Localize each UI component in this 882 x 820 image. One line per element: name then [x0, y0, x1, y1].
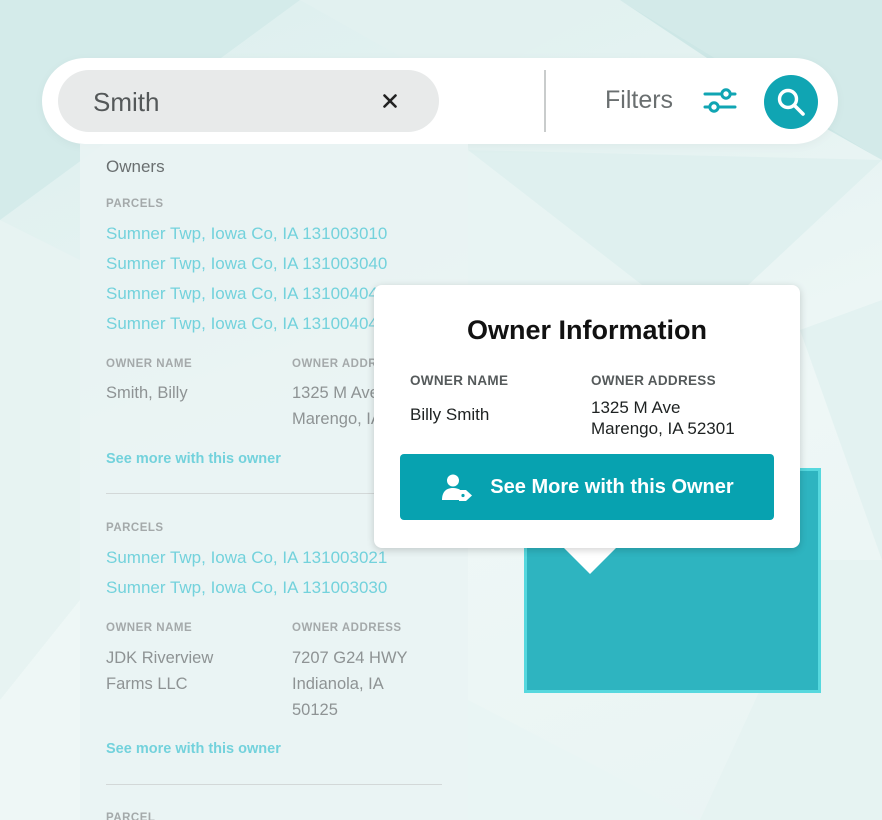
owner-name-label: OWNER NAME: [106, 622, 193, 634]
parcel-link[interactable]: Sumner Twp, Iowa Co, IA 131003010: [106, 224, 387, 244]
magnifier-icon: [777, 88, 805, 116]
search-field: [58, 70, 439, 134]
see-more-owner-link[interactable]: See more with this owner: [106, 451, 281, 467]
popup-title: Owner Information: [466, 315, 707, 345]
filters-button-label[interactable]: Filters: [605, 86, 673, 115]
parcel-link[interactable]: Sumner Twp, Iowa Co, IA 131003021: [106, 548, 387, 568]
clear-search-button[interactable]: [376, 87, 404, 115]
parcels-label: PARCELS: [106, 198, 164, 210]
search-input[interactable]: [91, 70, 375, 134]
popup-owner-address-line: 1325 M Ave: [591, 398, 681, 417]
owner-address-label: OWNER ADDRESS: [292, 622, 402, 634]
owner-name-label: OWNER NAME: [106, 358, 193, 370]
user-tag-icon: [442, 474, 473, 501]
popup-owner-name-label: OWNER NAME: [410, 373, 509, 388]
see-more-owner-button-label: See More with this Owner: [490, 475, 734, 498]
popup-owner-address-label: OWNER ADDRESS: [591, 373, 716, 388]
owner-address-line: Indianola, IA: [292, 675, 384, 693]
owner-address-line: 1325 M Ave: [292, 384, 379, 402]
search-bar: Filters: [42, 58, 838, 144]
close-icon: [383, 94, 397, 108]
sliders-icon[interactable]: [703, 87, 737, 115]
owner-info-popup: Owner Information OWNER NAME OWNER ADDRE…: [374, 285, 800, 548]
parcel-link[interactable]: Sumner Twp, Iowa Co, IA 131004040: [106, 284, 387, 304]
search-button[interactable]: [764, 75, 818, 129]
popup-owner-name: Billy Smith: [410, 405, 490, 424]
parcel-link[interactable]: Sumner Twp, Iowa Co, IA 131003030: [106, 578, 387, 598]
see-more-owner-button[interactable]: See More with this Owner: [400, 454, 774, 520]
parcel-link[interactable]: Sumner Twp, Iowa Co, IA 131004041: [106, 314, 387, 334]
parcel-link[interactable]: Sumner Twp, Iowa Co, IA 131003040: [106, 254, 387, 274]
parcels-label: PARCEL: [106, 812, 156, 820]
group-divider: [106, 784, 442, 785]
owner-address-line: 50125: [292, 701, 338, 719]
popup-pointer: [562, 546, 618, 574]
owner-name-line: JDK Riverview: [106, 649, 214, 667]
owner-name: Smith, Billy: [106, 384, 188, 402]
popup-owner-address-line: Marengo, IA 52301: [591, 419, 735, 438]
see-more-owner-link[interactable]: See more with this owner: [106, 741, 281, 757]
owner-address-line: 7207 G24 HWY: [292, 649, 408, 667]
owner-name-line: Farms LLC: [106, 675, 188, 693]
results-title: Owners: [106, 157, 165, 176]
search-divider: [544, 70, 546, 132]
parcels-label: PARCELS: [106, 522, 164, 534]
